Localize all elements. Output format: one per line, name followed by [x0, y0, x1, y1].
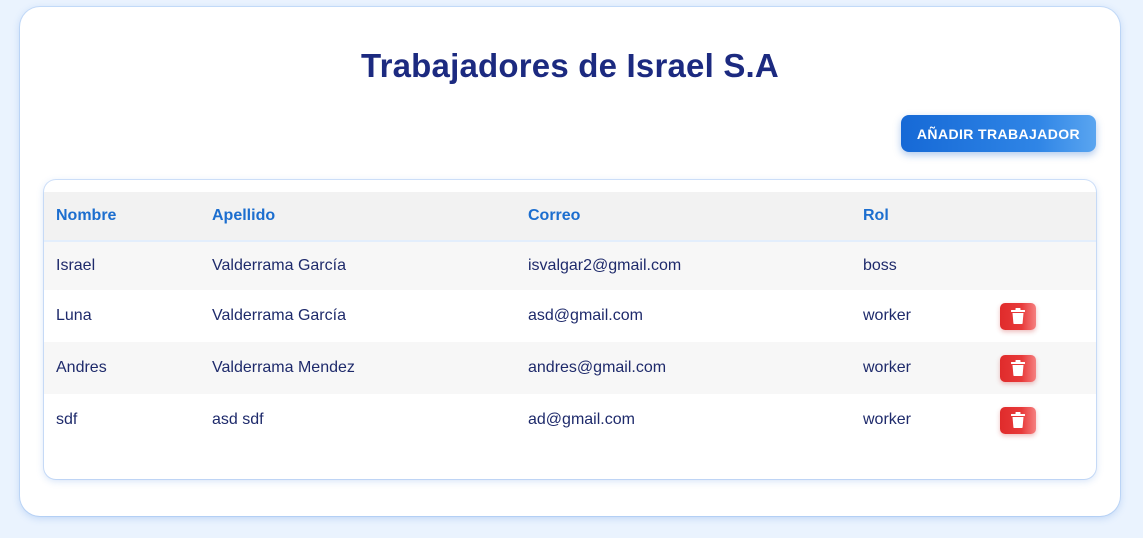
cell-apellido: asd sdf	[212, 411, 264, 428]
column-header-actions	[988, 192, 1096, 242]
cell-actions	[988, 394, 1096, 446]
trash-icon	[1011, 412, 1025, 428]
cell-correo: ad@gmail.com	[528, 411, 635, 428]
trash-icon	[1011, 360, 1025, 376]
cell-apellido: Valderrama García	[212, 307, 346, 324]
table-header-row: Nombre Apellido Correo Rol	[44, 192, 1096, 242]
cell-actions	[988, 290, 1096, 342]
column-header-nombre: Nombre	[44, 192, 200, 242]
cell-correo: asd@gmail.com	[528, 307, 643, 324]
cell-rol: boss	[851, 241, 988, 290]
add-worker-button[interactable]: AÑADIR TRABAJADOR	[901, 115, 1096, 152]
cell-nombre: Andres	[44, 342, 200, 394]
main-card: Trabajadores de Israel S.A AÑADIR TRABAJ…	[20, 7, 1120, 516]
workers-table: Nombre Apellido Correo Rol Israel Valder…	[44, 192, 1096, 446]
cell-rol: worker	[863, 411, 912, 428]
table-row: Israel Valderrama García isvalgar2@gmail…	[44, 241, 1096, 290]
delete-worker-button[interactable]	[1000, 302, 1036, 330]
column-header-apellido: Apellido	[200, 192, 516, 242]
cell-correo: isvalgar2@gmail.com	[516, 241, 851, 290]
workers-table-container: Nombre Apellido Correo Rol Israel Valder…	[44, 180, 1096, 479]
trash-icon	[1011, 308, 1025, 324]
column-header-correo: Correo	[516, 192, 851, 242]
table-row: Luna Valderrama García asd@gmail.com wor…	[44, 290, 1096, 342]
cell-nombre: sdf	[56, 411, 78, 428]
cell-correo: andres@gmail.com	[516, 342, 851, 394]
cell-rol: worker	[863, 307, 912, 324]
cell-apellido: Valderrama Mendez	[200, 342, 516, 394]
cell-actions	[988, 241, 1096, 290]
delete-worker-button[interactable]	[1000, 406, 1036, 434]
cell-actions	[988, 342, 1096, 394]
cell-nombre: Luna	[56, 307, 92, 324]
cell-rol: worker	[851, 342, 988, 394]
delete-worker-button[interactable]	[1000, 354, 1036, 382]
cell-nombre: Israel	[44, 241, 200, 290]
column-header-rol: Rol	[851, 192, 988, 242]
table-row: Andres Valderrama Mendez andres@gmail.co…	[44, 342, 1096, 394]
page-title: Trabajadores de Israel S.A	[361, 47, 779, 84]
cell-apellido: Valderrama García	[200, 241, 516, 290]
table-row: sdf asd sdf ad@gmail.com worker	[44, 394, 1096, 446]
